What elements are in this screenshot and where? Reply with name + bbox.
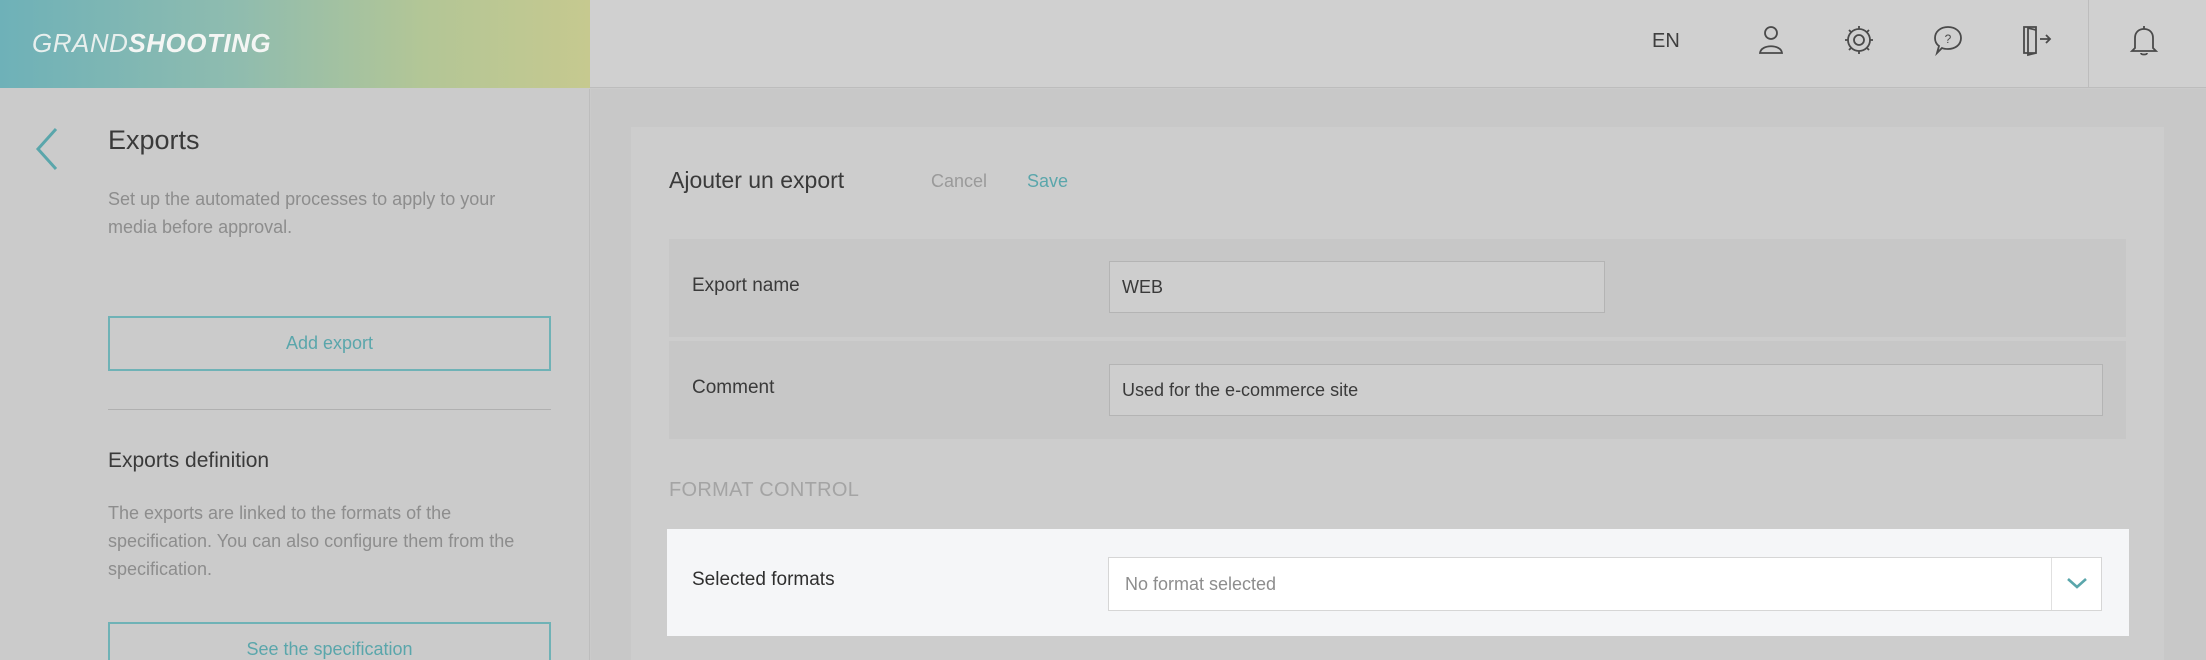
see-specification-button[interactable]: See the specification — [108, 622, 551, 660]
user-icon[interactable] — [1753, 22, 1789, 58]
gear-icon[interactable] — [1841, 22, 1877, 58]
selected-formats-dropdown[interactable]: No format selected — [1108, 557, 2102, 611]
language-selector[interactable]: EN — [1652, 30, 1680, 53]
svg-text:?: ? — [1945, 32, 1952, 46]
top-header: GRANDSHOOTING EN ? — [0, 0, 2206, 88]
comment-input[interactable]: Used for the e-commerce site — [1109, 364, 2103, 416]
exports-definition-title: Exports definition — [108, 449, 270, 472]
comment-label: Comment — [692, 377, 775, 398]
comment-row: Comment Used for the e-commerce site — [669, 341, 2126, 439]
help-icon[interactable]: ? — [1930, 22, 1966, 58]
export-name-row: Export name WEB — [669, 239, 2126, 337]
save-button[interactable]: Save — [1027, 171, 1068, 192]
logo-light-text: GRAND — [32, 28, 129, 58]
export-name-input[interactable]: WEB — [1109, 261, 1605, 313]
logout-icon[interactable] — [2018, 22, 2054, 58]
selected-formats-label: Selected formats — [692, 569, 835, 590]
back-arrow-icon[interactable] — [30, 125, 64, 173]
logo-area[interactable]: GRANDSHOOTING — [0, 0, 590, 88]
add-export-button[interactable]: Add export — [108, 316, 551, 371]
app-logo[interactable]: GRANDSHOOTING — [32, 28, 271, 59]
export-name-label: Export name — [692, 275, 800, 296]
header-divider — [2088, 0, 2089, 88]
format-control-heading: FORMAT CONTROL — [669, 479, 860, 501]
sidebar: Exports Set up the automated processes t… — [0, 89, 590, 660]
sidebar-divider — [108, 409, 551, 410]
exports-definition-description: The exports are linked to the formats of… — [108, 503, 515, 579]
dropdown-toggle[interactable] — [2051, 558, 2101, 610]
sidebar-description: Set up the automated processes to apply … — [108, 189, 496, 237]
cancel-button[interactable]: Cancel — [931, 171, 987, 192]
sidebar-title: Exports — [108, 125, 200, 155]
form-title: Ajouter un export — [669, 167, 845, 193]
bell-icon[interactable] — [2126, 22, 2162, 58]
selected-formats-row: Selected formats No format selected — [667, 529, 2129, 636]
logo-bold-text: SHOOTING — [128, 28, 272, 58]
selected-formats-value: No format selected — [1125, 574, 1277, 594]
chevron-down-icon — [2067, 578, 2087, 589]
